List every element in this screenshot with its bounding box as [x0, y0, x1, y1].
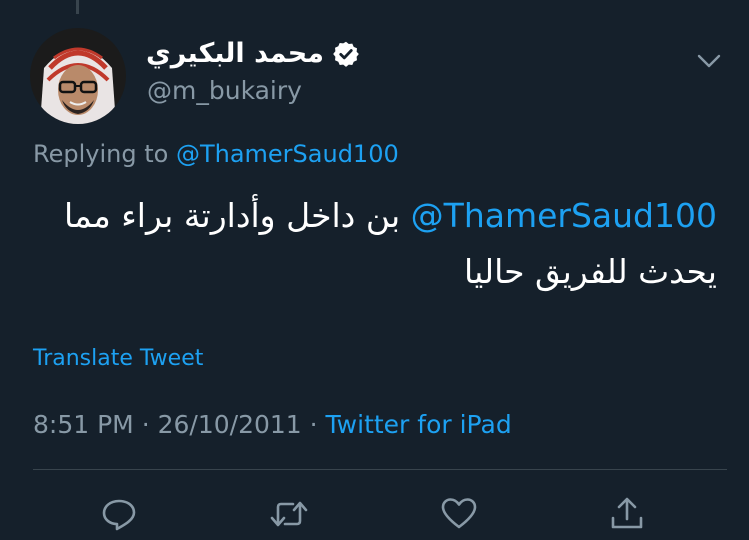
tweet-source[interactable]: Twitter for iPad	[326, 410, 512, 439]
tweet-time[interactable]: 8:51 PM	[33, 410, 134, 439]
replying-to-line: Replying to @ThamerSaud100	[33, 140, 399, 168]
chevron-down-icon[interactable]	[694, 46, 724, 76]
author-handle[interactable]: @m_bukairy	[147, 76, 302, 105]
replying-label: Replying to	[33, 140, 169, 168]
meta-separator: ·	[141, 410, 150, 439]
heart-icon[interactable]	[439, 494, 479, 534]
share-icon[interactable]	[607, 494, 647, 534]
replying-to-mention[interactable]: @ThamerSaud100	[176, 140, 399, 168]
avatar[interactable]	[30, 28, 126, 124]
author-name-row[interactable]: محمد البكيري	[146, 36, 360, 72]
divider	[33, 469, 727, 470]
retweet-icon[interactable]	[269, 494, 309, 534]
tweet-date[interactable]: 26/10/2011	[158, 410, 302, 439]
thread-connector-line	[76, 0, 79, 14]
verified-badge-icon	[333, 41, 359, 67]
translate-tweet-link[interactable]: Translate Tweet	[33, 346, 203, 371]
meta-separator: ·	[309, 410, 318, 439]
tweet-text: @ThamerSaud100 بن داخل وأدارتة براء مما …	[27, 188, 717, 300]
avatar-image	[30, 28, 126, 124]
reply-icon[interactable]	[99, 494, 139, 534]
tweet-mention-link[interactable]: @ThamerSaud100	[411, 196, 717, 235]
author-name: محمد البكيري	[146, 38, 324, 69]
tweet-meta: 8:51 PM · 26/10/2011 · Twitter for iPad	[33, 410, 512, 439]
